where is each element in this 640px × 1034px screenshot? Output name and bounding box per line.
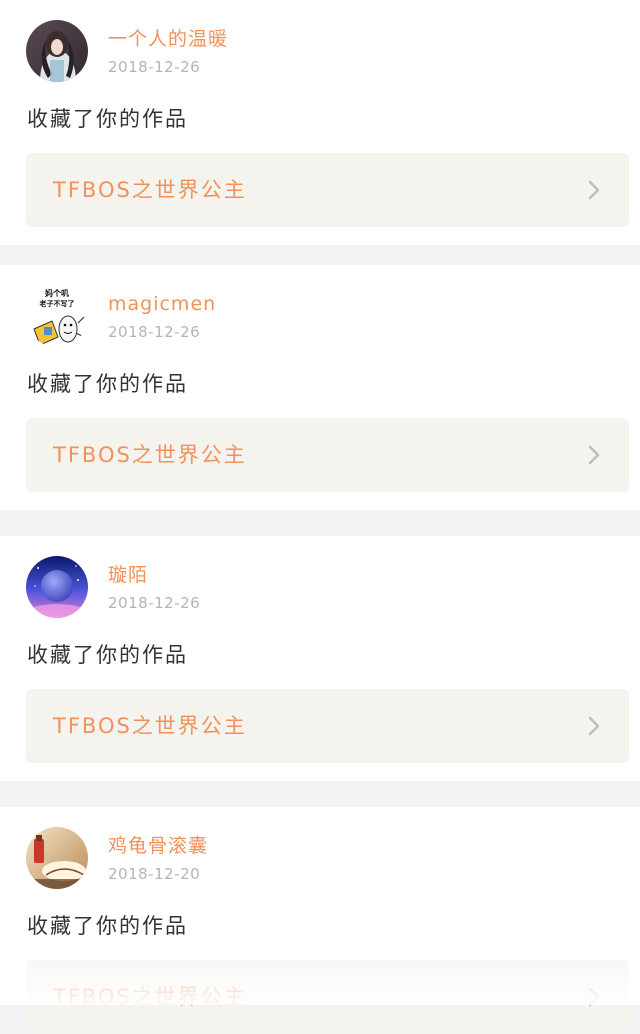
username[interactable]: 一个人的温暖 [108,26,228,52]
work-title: TFBOS之世界公主 [53,985,247,1009]
timestamp: 2018-12-20 [108,865,201,883]
activity-text: 收藏了你的作品 [27,914,188,938]
user-avatar[interactable] [26,20,88,82]
activity-text: 收藏了你的作品 [27,372,188,396]
warm-photo-avatar-icon [26,827,88,889]
notification-card: 妈个叽 老子不写了 magicmen 2018-12-26 收藏了你的作品 TF… [0,265,640,510]
username[interactable]: 璇陌 [108,562,148,588]
work-link[interactable]: TFBOS之世界公主 [26,153,629,227]
activity-text: 收藏了你的作品 [27,643,188,667]
galaxy-planet-avatar-icon [26,556,88,618]
user-avatar[interactable] [26,556,88,618]
avatar-caption-line2: 老子不写了 [39,299,75,308]
girl-photo-avatar-icon [26,20,88,82]
avatar-caption-line1: 妈个叽 [45,288,69,298]
chevron-right-icon [583,179,605,201]
username[interactable]: magicmen [108,291,216,317]
work-link[interactable]: TFBOS之世界公主 [26,960,629,1034]
timestamp: 2018-12-26 [108,58,201,76]
timestamp: 2018-12-26 [108,594,201,612]
timestamp: 2018-12-26 [108,323,201,341]
chevron-right-icon [583,444,605,466]
chevron-right-icon [583,715,605,737]
user-avatar[interactable] [26,827,88,889]
work-link[interactable]: TFBOS之世界公主 [26,689,629,763]
work-link[interactable]: TFBOS之世界公主 [26,418,629,492]
user-avatar[interactable]: 妈个叽 老子不写了 [26,285,88,347]
activity-text: 收藏了你的作品 [27,107,188,131]
work-title: TFBOS之世界公主 [53,443,247,467]
notification-card: 一个人的温暖 2018-12-26 收藏了你的作品 TFBOS之世界公主 [0,0,640,245]
notification-card: 璇陌 2018-12-26 收藏了你的作品 TFBOS之世界公主 [0,536,640,781]
username[interactable]: 鸡龟骨滚囊 [108,833,208,859]
work-title: TFBOS之世界公主 [53,714,247,738]
meme-sticker-avatar-icon: 妈个叽 老子不写了 [26,285,88,347]
work-title: TFBOS之世界公主 [53,178,247,202]
notification-card: 鸡龟骨滚囊 2018-12-20 收藏了你的作品 TFBOS之世界公主 [0,807,640,1034]
